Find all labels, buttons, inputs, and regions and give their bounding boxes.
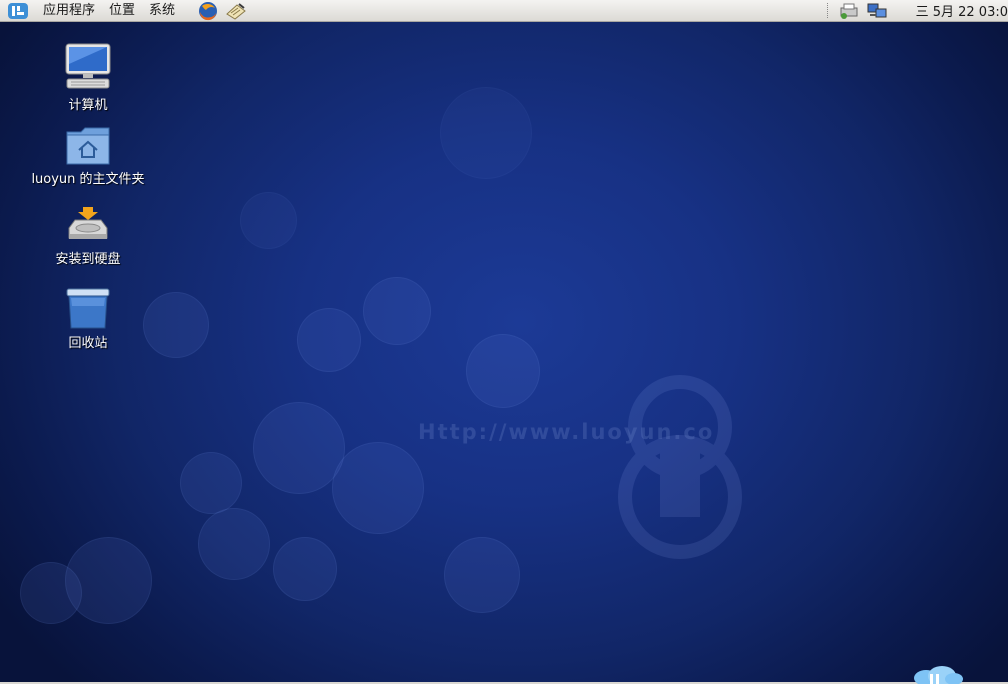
bokeh-decoration	[253, 402, 345, 494]
desktop-icon-label: 回收站	[68, 336, 108, 351]
bokeh-decoration	[466, 334, 540, 408]
desktop-icon-install[interactable]: 安装到硬盘	[18, 206, 158, 267]
luoyun-logo-ghost	[618, 375, 742, 559]
bokeh-decoration	[440, 87, 532, 179]
desktop-icon-trash[interactable]: 回收站	[18, 286, 158, 351]
home-folder-icon	[66, 127, 110, 165]
bokeh-decoration	[180, 452, 242, 514]
panel-handle[interactable]	[826, 3, 830, 18]
firefox-icon[interactable]	[196, 0, 220, 21]
top-panel: 应用程序 位置 系统 三 5月 22 03:0	[0, 0, 1008, 22]
network-computer-icon[interactable]	[866, 1, 888, 21]
bokeh-decoration	[20, 562, 82, 624]
network-printer-icon[interactable]	[838, 1, 860, 21]
bokeh-decoration	[297, 308, 361, 372]
menu-system[interactable]: 系统	[142, 0, 182, 21]
bokeh-decoration	[198, 508, 270, 580]
desktop-icon-label: 计算机	[68, 98, 108, 113]
bokeh-decoration	[273, 537, 337, 601]
desktop-icon-label: 安装到硬盘	[55, 252, 121, 267]
clock[interactable]: 三 5月 22 03:0	[894, 1, 1008, 20]
install-disk-icon	[68, 207, 108, 239]
bokeh-decoration	[332, 442, 424, 534]
applications-logo-icon[interactable]	[7, 2, 29, 20]
desktop-icon-computer[interactable]: 计算机	[18, 42, 158, 113]
desktop[interactable]: Http://www.luoyun.co 计算机 luoyun 的主文件夹 安装…	[0, 22, 1008, 682]
bokeh-decoration	[240, 192, 297, 249]
cloud-icon[interactable]	[912, 666, 964, 684]
notes-icon[interactable]	[224, 0, 248, 21]
menu-places[interactable]: 位置	[102, 0, 142, 21]
desktop-icon-home-folder[interactable]: luoyun 的主文件夹	[18, 126, 158, 187]
bokeh-decoration	[363, 277, 431, 345]
desktop-icon-label: luoyun 的主文件夹	[31, 172, 145, 187]
menu-applications[interactable]: 应用程序	[36, 0, 102, 21]
computer-icon	[65, 43, 111, 89]
trash-icon	[66, 288, 110, 329]
panel-right-area: 三 5月 22 03:0	[826, 0, 1008, 21]
watermark-url: Http://www.luoyun.co	[418, 420, 715, 444]
bokeh-decoration	[444, 537, 520, 613]
